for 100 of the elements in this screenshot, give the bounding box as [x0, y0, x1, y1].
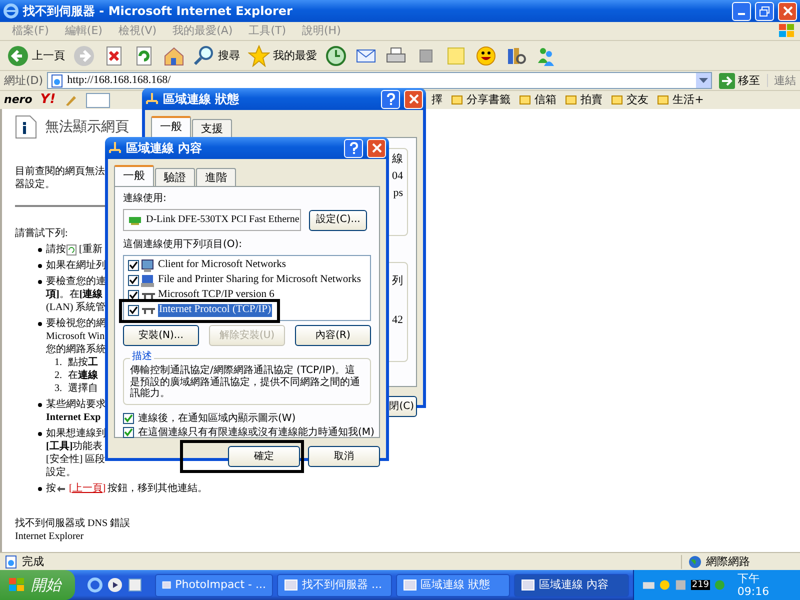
bullet-dot: [38, 322, 42, 326]
clipped-text: 線: [392, 153, 403, 166]
zone-text: 網際網路: [706, 554, 750, 568]
favorites-button[interactable]: 我的最愛: [245, 42, 320, 68]
list-item[interactable]: Microsoft TCP/IP version 6: [128, 288, 366, 303]
page-text: 請按: [46, 244, 66, 256]
toolbar-logo[interactable]: nero: [4, 93, 32, 107]
star-icon: [248, 44, 270, 66]
page-text: 設定。: [46, 466, 76, 478]
cancel-button[interactable]: 取消: [308, 446, 380, 467]
page-text: [工具]功能表: [46, 440, 103, 452]
help-button[interactable]: [381, 90, 400, 108]
clock-icon: [325, 44, 347, 66]
ie-logo-icon: [3, 3, 19, 19]
page-text: 請嘗試下列:: [15, 228, 68, 240]
bullet-dot: [38, 248, 42, 252]
taskbar-button[interactable]: 區域連線 狀態: [396, 574, 510, 596]
bullet-dot: [38, 432, 42, 436]
close-icon: [408, 94, 418, 104]
close-button[interactable]: [778, 2, 797, 20]
page-text: 按鈕，移到其他連結。: [108, 482, 208, 494]
help-button[interactable]: [344, 138, 363, 158]
link-icon: [564, 94, 577, 106]
links-label[interactable]: 連結: [767, 74, 796, 88]
address-field[interactable]: http://168.168.168.168/: [47, 72, 712, 89]
toolbar-link[interactable]: 分享書籤: [450, 93, 511, 107]
clipped-text: 42: [392, 314, 403, 328]
question-mark-icon: [348, 142, 358, 154]
dialog-button[interactable]: 內容(R): [295, 325, 371, 346]
clipped-text: 04: [392, 170, 403, 184]
tab[interactable]: 進階: [196, 168, 236, 186]
windows-logo-icon: [8, 577, 26, 593]
dialog-title: 區域連線 內容: [126, 140, 202, 156]
go-arrow-icon: [719, 72, 735, 88]
page-icon: [50, 74, 64, 88]
page-text: 按: [46, 482, 56, 494]
toolbar-logo[interactable]: Y!: [40, 92, 56, 108]
restore-icon: [759, 6, 770, 16]
ok-button[interactable]: 確定: [228, 446, 300, 467]
tab[interactable]: 支援: [192, 119, 232, 137]
checkbox[interactable]: [123, 427, 134, 438]
list-item[interactable]: Client for Microsoft Networks: [128, 258, 366, 273]
description-text: 傳輸控制通訊協定/網際網路通訊協定 (TCP/IP)。這是預設的廣域網路通訊協定，提供不同網路之間的通訊能力。: [130, 364, 361, 400]
checkbox-label[interactable]: 在這個連線只有有限連線或沒有連線能力時通知我(M): [138, 426, 374, 438]
info-page-icon: [15, 115, 37, 139]
page-icon: [4, 554, 18, 568]
back-button[interactable]: 上一頁: [4, 42, 68, 68]
tab[interactable]: 一般: [114, 165, 154, 186]
globe-icon: [688, 554, 702, 568]
client-component-icon: [141, 259, 156, 272]
configure-button[interactable]: 設定(C)...: [309, 210, 368, 230]
tray-icon[interactable]: [658, 578, 672, 592]
media-player-icon[interactable]: [107, 577, 123, 593]
network-card-icon: [128, 215, 142, 225]
clipped-text: ps: [393, 187, 403, 201]
page-text: 在連線: [68, 370, 98, 382]
toolbar-link[interactable]: 生活+: [656, 93, 704, 107]
toolbar-link[interactable]: 拍賣: [564, 93, 603, 107]
address-label: 網址(D): [4, 74, 44, 88]
minimize-icon: [738, 13, 745, 15]
taskbar-button[interactable]: 找不到伺服器 ...: [277, 574, 392, 596]
toolbar-link[interactable]: 交友: [610, 93, 649, 107]
checkbox[interactable]: [128, 260, 139, 271]
close-icon: [372, 143, 382, 153]
close-button[interactable]: [367, 138, 386, 158]
browser-icon[interactable]: [127, 577, 143, 593]
toolbar-link[interactable]: 信箱: [518, 93, 557, 107]
clock: 下午 09:16: [737, 572, 770, 598]
tab[interactable]: 驗證: [155, 168, 195, 186]
go-button[interactable]: 移至: [716, 70, 763, 90]
taskbar-button[interactable]: 區域連線 內容: [514, 574, 629, 596]
dialog-button[interactable]: 安裝(N)...: [123, 325, 199, 346]
bullet-dot: [38, 280, 42, 284]
page-text: 如果想連線到: [46, 428, 106, 440]
checkbox[interactable]: [128, 305, 139, 316]
page-text: 找不到伺服器或 DNS 錯誤: [15, 518, 130, 530]
tab[interactable]: 一般: [151, 116, 191, 137]
field-label: 這個連線使用下列項目(O):: [123, 239, 244, 251]
list-item[interactable]: File and Printer Sharing for Microsoft Networks: [128, 273, 366, 288]
group-title: 描述: [130, 351, 154, 363]
search-field[interactable]: [86, 92, 110, 108]
search-button[interactable]: 搜尋: [190, 42, 243, 68]
close-button[interactable]: [404, 90, 423, 108]
field-label: 連線使用:: [123, 193, 168, 205]
checkbox-label[interactable]: 連線後，在通知區域內顯示圖示(W): [138, 412, 296, 424]
minimize-button[interactable]: [732, 2, 751, 20]
link-icon: [610, 94, 623, 106]
search-icon: [193, 44, 215, 66]
restore-button[interactable]: [755, 2, 774, 20]
checkbox[interactable]: [128, 275, 139, 286]
dropdown-arrow-icon: [699, 78, 708, 84]
tray-badge[interactable]: 219: [690, 580, 710, 590]
checkbox[interactable]: [123, 413, 134, 424]
back-link[interactable]: [上一頁]: [69, 482, 106, 494]
taskbar-button[interactable]: PhotoImpact - ...: [155, 574, 273, 596]
service-component-icon: [141, 274, 156, 287]
page-text: 項]。在[連線: [46, 288, 103, 300]
windows-logo-icon: [778, 23, 796, 39]
page-text: [重新: [79, 244, 102, 256]
page-heading: 無法顯示網頁: [45, 119, 129, 135]
